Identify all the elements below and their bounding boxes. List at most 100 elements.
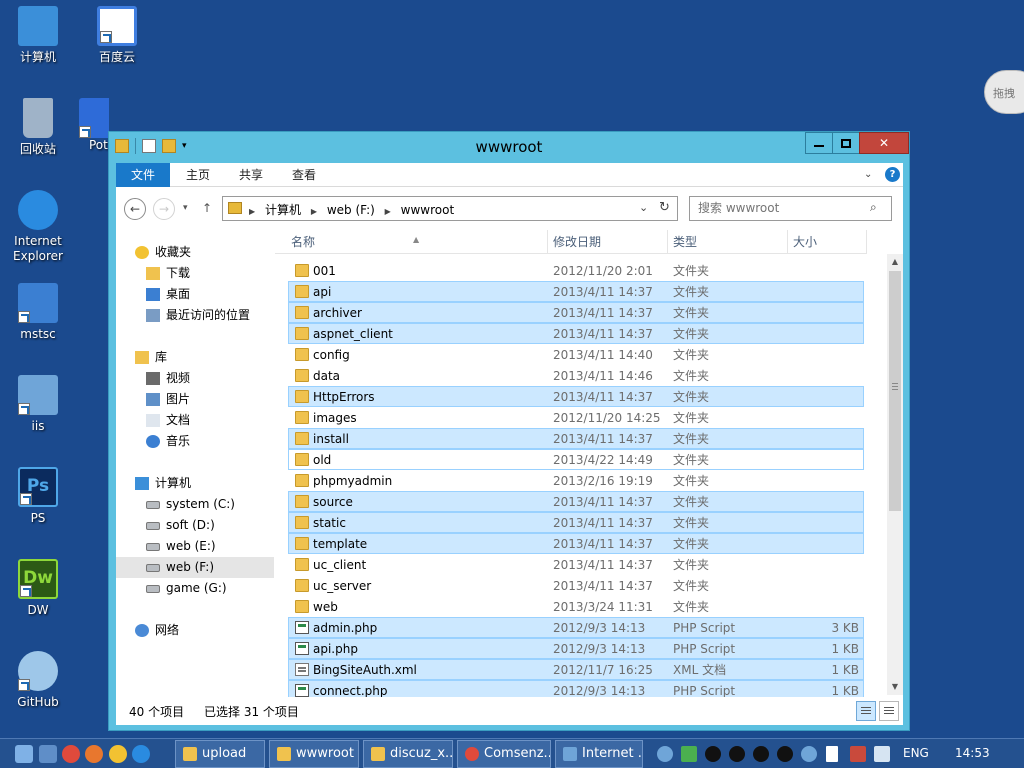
desktop-icon-baidu-cloud[interactable]: 百度云	[79, 6, 155, 65]
qq-icon[interactable]	[753, 746, 769, 762]
column-header-date[interactable]: 修改日期	[548, 230, 668, 254]
server-manager-icon[interactable]	[39, 745, 57, 763]
file-row[interactable]: HttpErrors 2013/4/11 14:37 文件夹	[288, 386, 864, 407]
scrollbar-thumb[interactable]	[889, 271, 901, 511]
file-row[interactable]: uc_server 2013/4/11 14:37 文件夹	[288, 575, 864, 596]
tab-home[interactable]: 主页	[176, 163, 220, 187]
file-row[interactable]: 001 2012/11/20 2:01 文件夹	[288, 260, 864, 281]
help-icon[interactable]: ?	[885, 167, 900, 182]
input-language[interactable]: ENG	[903, 746, 929, 760]
desktop-icon-mstsc[interactable]: mstsc	[0, 283, 76, 342]
nav-item[interactable]: system (C:)	[116, 494, 274, 515]
file-row[interactable]: data 2013/4/11 14:46 文件夹	[288, 365, 864, 386]
taskbar-task[interactable]: wwwroot	[269, 740, 359, 768]
address-bar[interactable]: ▶ 计算机 ▶ web (F:) ▶ wwwroot ⌄ ↻	[222, 196, 678, 221]
chrome-icon[interactable]	[62, 745, 80, 763]
tab-file[interactable]: 文件	[116, 163, 170, 187]
file-row[interactable]: template 2013/4/11 14:37 文件夹	[288, 533, 864, 554]
desktop-icon-ie[interactable]: Internet Explorer	[0, 190, 76, 264]
nav-item[interactable]: 下载	[116, 263, 274, 284]
file-row[interactable]: aspnet_client 2013/4/11 14:37 文件夹	[288, 323, 864, 344]
nav-item[interactable]: 库	[116, 347, 274, 368]
taskbar-task[interactable]: discuz_x...	[363, 740, 453, 768]
nav-item[interactable]: 文档	[116, 410, 274, 431]
file-row[interactable]: api.php 2012/9/3 14:13 PHP Script 1 KB	[288, 638, 864, 659]
column-header-size[interactable]: 大小	[788, 230, 867, 254]
breadcrumb-folder[interactable]: wwwroot	[401, 203, 455, 217]
nav-item[interactable]: 图片	[116, 389, 274, 410]
maximize-button[interactable]	[832, 132, 860, 154]
desktop-icon-dw[interactable]: Dw DW	[0, 559, 76, 618]
action-center-icon[interactable]	[826, 746, 838, 762]
file-row[interactable]: admin.php 2012/9/3 14:13 PHP Script 3 KB	[288, 617, 864, 638]
tab-view[interactable]: 查看	[282, 163, 326, 187]
qq-icon[interactable]	[729, 746, 745, 762]
file-row[interactable]: web 2013/3/24 11:31 文件夹	[288, 596, 864, 617]
column-header-type[interactable]: 类型	[668, 230, 788, 254]
nav-item[interactable]: game (G:)	[116, 578, 274, 599]
qq-icon[interactable]	[777, 746, 793, 762]
minimize-button[interactable]	[805, 132, 833, 154]
taskbar-task[interactable]: upload	[175, 740, 265, 768]
internet-explorer-icon[interactable]	[132, 745, 150, 763]
file-row[interactable]: phpmyadmin 2013/2/16 19:19 文件夹	[288, 470, 864, 491]
forward-button[interactable]: →	[153, 198, 175, 220]
nav-item[interactable]: web (E:)	[116, 536, 274, 557]
file-row[interactable]: api 2013/4/11 14:37 文件夹	[288, 281, 864, 302]
firefox-icon[interactable]	[85, 745, 103, 763]
desktop-icon-ps[interactable]: Ps PS	[0, 467, 76, 526]
nav-item[interactable]: 桌面	[116, 284, 274, 305]
nav-item[interactable]: 最近访问的位置	[116, 305, 274, 326]
recent-locations-icon[interactable]: ▾	[183, 203, 188, 213]
scroll-up-icon[interactable]: ▲	[887, 254, 903, 270]
tab-share[interactable]: 共享	[229, 163, 273, 187]
show-desktop-icon[interactable]	[15, 745, 33, 763]
file-row[interactable]: source 2013/4/11 14:37 文件夹	[288, 491, 864, 512]
close-button[interactable]: ✕	[859, 132, 909, 154]
floating-cloud-widget[interactable]: 拖拽	[984, 70, 1024, 114]
file-row[interactable]: uc_client 2013/4/11 14:37 文件夹	[288, 554, 864, 575]
title-bar[interactable]: ▾ wwwroot ✕	[109, 132, 909, 162]
column-header-name[interactable]: 名称 ▲	[275, 230, 548, 254]
file-row[interactable]: static 2013/4/11 14:37 文件夹	[288, 512, 864, 533]
desktop-icon-github[interactable]: GitHub	[0, 651, 76, 710]
vertical-scrollbar[interactable]: ▲ ▼	[887, 254, 903, 695]
security-icon[interactable]	[681, 746, 697, 762]
details-view-button[interactable]	[856, 701, 876, 721]
file-row[interactable]: archiver 2013/4/11 14:37 文件夹	[288, 302, 864, 323]
network-icon[interactable]	[850, 746, 866, 762]
desktop-icon-computer[interactable]: 计算机	[0, 6, 76, 65]
ribbon-expand-icon[interactable]: ⌄	[864, 169, 872, 180]
file-row[interactable]: install 2013/4/11 14:37 文件夹	[288, 428, 864, 449]
up-button[interactable]: ↑	[202, 201, 212, 215]
search-box[interactable]: ⌕	[689, 196, 892, 221]
desktop-icon-recycle-bin[interactable]: 回收站	[0, 98, 76, 157]
nav-item[interactable]: 计算机	[116, 473, 274, 494]
nav-item[interactable]: soft (D:)	[116, 515, 274, 536]
scroll-down-icon[interactable]: ▼	[887, 679, 903, 695]
breadcrumb-drive[interactable]: web (F:)	[327, 203, 375, 217]
search-input[interactable]	[698, 201, 868, 215]
nav-item[interactable]: 网络	[116, 620, 274, 641]
nav-item[interactable]: web (F:)	[116, 557, 274, 578]
breadcrumb-computer[interactable]: 计算机	[265, 203, 301, 217]
file-row[interactable]: config 2013/4/11 14:40 文件夹	[288, 344, 864, 365]
back-button[interactable]: ←	[124, 198, 146, 220]
refresh-icon[interactable]: ↻	[659, 200, 670, 215]
clock[interactable]: 14:53	[955, 746, 990, 760]
desktop-icon-iis[interactable]: iis	[0, 375, 76, 434]
address-dropdown-icon[interactable]: ⌄	[639, 201, 648, 214]
file-row[interactable]: images 2012/11/20 14:25 文件夹	[288, 407, 864, 428]
volume-icon[interactable]	[874, 746, 890, 762]
taskbar-task[interactable]: Comsenz...	[457, 740, 551, 768]
update-icon[interactable]	[801, 746, 817, 762]
desktop-icon-pot[interactable]: Pot	[79, 98, 109, 153]
file-row[interactable]: old 2013/4/22 14:49 文件夹	[288, 449, 864, 470]
nav-item[interactable]: 收藏夹	[116, 242, 274, 263]
file-row[interactable]: BingSiteAuth.xml 2012/11/7 16:25 XML 文档 1 K…	[288, 659, 864, 680]
taskbar-task[interactable]: Internet ...	[555, 740, 643, 768]
baidu-tray-icon[interactable]	[657, 746, 673, 762]
qq-icon[interactable]	[705, 746, 721, 762]
search-icon[interactable]: ⌕	[870, 200, 877, 215]
ie-taskbar-icon[interactable]	[109, 745, 127, 763]
